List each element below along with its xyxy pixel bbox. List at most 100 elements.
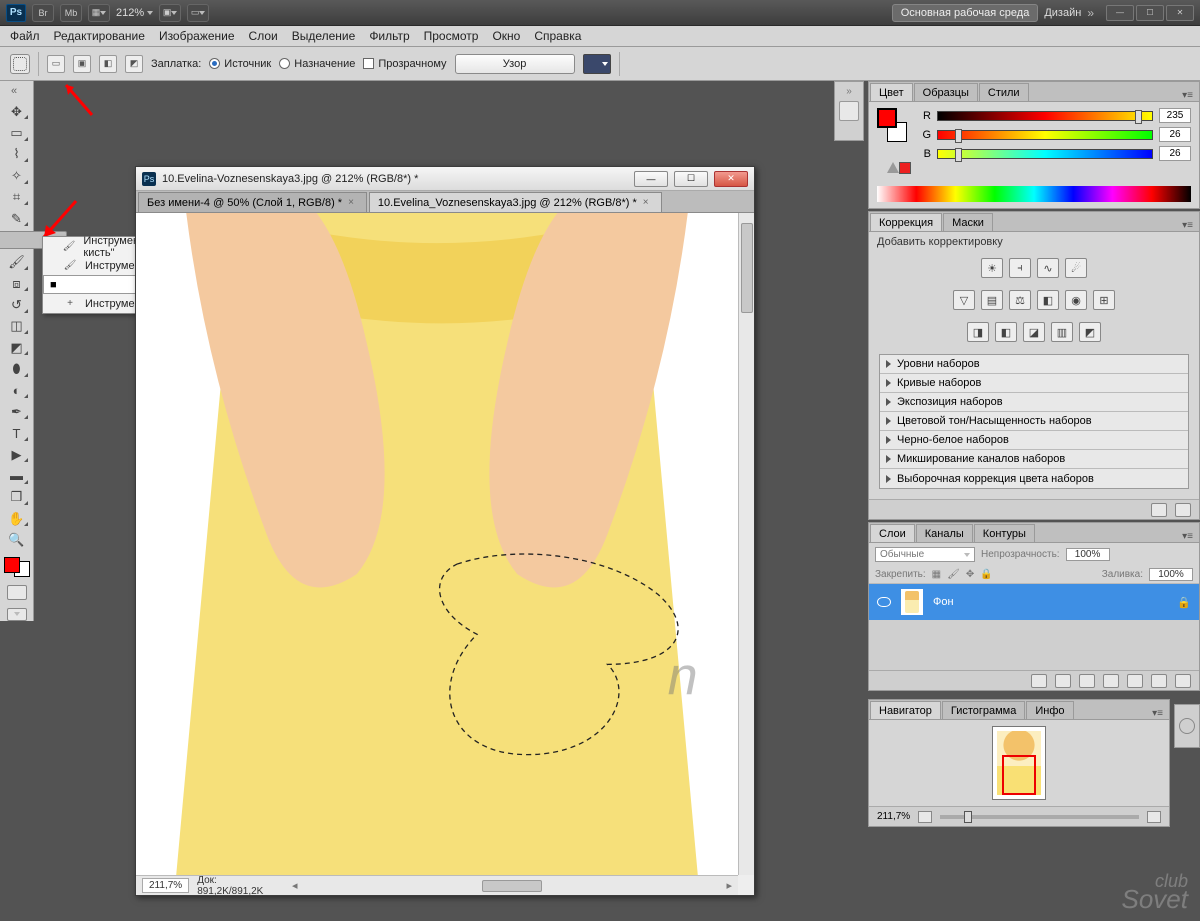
opacity-value[interactable]: 100% — [1066, 548, 1110, 561]
menu-view[interactable]: Просмотр — [424, 29, 479, 43]
tab-styles[interactable]: Стили — [979, 83, 1029, 101]
patch-source-radio[interactable]: Источник — [209, 58, 271, 70]
color-chips[interactable] — [4, 557, 30, 578]
preset-row[interactable]: Цветовой тон/Насыщенность наборов — [880, 412, 1188, 431]
color-fg-bg-chips[interactable] — [877, 108, 907, 142]
move-tool[interactable]: ✥ — [5, 103, 29, 120]
document-tab-2[interactable]: 10.Evelina_Voznesenskaya3.jpg @ 212% (RG… — [369, 192, 662, 212]
adj-trash-icon[interactable] — [1175, 503, 1191, 517]
panel-menu-icon[interactable]: ▾≡ — [1182, 220, 1193, 231]
link-layers-icon[interactable] — [1031, 674, 1047, 688]
panel-menu-icon[interactable]: ▾≡ — [1152, 708, 1163, 719]
compass-icon[interactable] — [1179, 718, 1195, 734]
vertical-scrollbar[interactable] — [738, 213, 754, 875]
lasso-tool[interactable]: ⌇ — [5, 146, 29, 163]
preset-row[interactable]: Кривые наборов — [880, 374, 1188, 393]
g-value[interactable]: 26 — [1159, 127, 1191, 142]
tab-adjustments[interactable]: Коррекция — [870, 213, 942, 231]
wand-tool[interactable]: ✧ — [5, 167, 29, 184]
app-close-button[interactable]: ✕ — [1166, 5, 1194, 21]
panel-menu-icon[interactable]: ▾≡ — [1182, 90, 1193, 101]
blur-tool[interactable]: ⬮ — [5, 360, 29, 377]
adj-brightness-icon[interactable]: ☀ — [981, 258, 1003, 278]
menu-help[interactable]: Справка — [534, 29, 581, 43]
workspace-more-icon[interactable]: » — [1087, 6, 1094, 20]
adj-selective-color-icon[interactable]: ◩ — [1079, 322, 1101, 342]
eraser-tool[interactable]: ◫ — [5, 318, 29, 335]
r-value[interactable]: 235 — [1159, 108, 1191, 123]
navigator-view-frame[interactable] — [1002, 755, 1036, 795]
gamut-swatch[interactable] — [899, 162, 911, 174]
pen-tool[interactable]: ✒ — [5, 403, 29, 420]
intersect-selection-icon[interactable]: ◩ — [125, 55, 143, 73]
app-minimize-button[interactable]: — — [1106, 5, 1134, 21]
adj-threshold-icon[interactable]: ◪ — [1023, 322, 1045, 342]
document-tab-1[interactable]: Без имени-4 @ 50% (Слой 1, RGB/8) *× — [138, 192, 367, 212]
adj-footer-icon-1[interactable] — [1151, 503, 1167, 517]
history-brush-tool[interactable]: ↺ — [5, 296, 29, 313]
horizontal-scrollbar[interactable]: ◂▸ — [286, 875, 738, 895]
visibility-eye-icon[interactable] — [877, 597, 891, 607]
menu-window[interactable]: Окно — [492, 29, 520, 43]
tab-color[interactable]: Цвет — [870, 83, 913, 101]
navigator-zoom-out-icon[interactable] — [918, 811, 932, 823]
layer-mask-icon[interactable] — [1079, 674, 1095, 688]
tab-navigator[interactable]: Навигатор — [870, 701, 941, 719]
lock-move-icon[interactable]: ✥ — [966, 569, 974, 580]
lock-brush-icon[interactable]: 🖌 — [947, 569, 960, 580]
brush-tool[interactable]: 🖌 — [5, 253, 29, 270]
lock-all-icon[interactable]: 🔒 — [980, 569, 992, 580]
crop-tool[interactable]: ⌗ — [5, 189, 29, 206]
adj-posterize-icon[interactable]: ◧ — [995, 322, 1017, 342]
adj-invert-icon[interactable]: ◨ — [967, 322, 989, 342]
adj-hue-icon[interactable]: ▤ — [981, 290, 1003, 310]
doc-minimize-button[interactable]: — — [634, 171, 668, 187]
delete-layer-icon[interactable] — [1175, 674, 1191, 688]
new-layer-icon[interactable] — [1151, 674, 1167, 688]
close-tab-icon[interactable]: × — [643, 197, 649, 208]
tab-channels[interactable]: Каналы — [916, 524, 973, 542]
workspace-design-link[interactable]: Дизайн — [1044, 7, 1081, 19]
status-zoom[interactable]: 211,7% — [142, 878, 189, 893]
tab-info[interactable]: Инфо — [1026, 701, 1073, 719]
document-titlebar[interactable]: Ps 10.Evelina-Voznesenskaya3.jpg @ 212% … — [136, 167, 754, 191]
navigator-thumbnail[interactable] — [992, 726, 1046, 800]
adj-levels-icon[interactable]: ⫞ — [1009, 258, 1031, 278]
menu-file[interactable]: Файл — [10, 29, 40, 43]
adj-vibrance-icon[interactable]: ▽ — [953, 290, 975, 310]
add-selection-icon[interactable]: ▣ — [73, 55, 91, 73]
use-pattern-button[interactable]: Узор — [455, 54, 575, 74]
canvas-viewport[interactable]: n — [136, 213, 738, 875]
minibridge-button[interactable]: Mb — [60, 4, 82, 22]
stamp-tool[interactable]: ⧈ — [5, 275, 29, 292]
workspace-primary-button[interactable]: Основная рабочая среда — [892, 4, 1039, 22]
b-slider[interactable] — [937, 149, 1153, 159]
adj-gradient-map-icon[interactable]: ▥ — [1051, 322, 1073, 342]
bridge-button[interactable]: Br — [32, 4, 54, 22]
menu-layer[interactable]: Слои — [249, 29, 278, 43]
preset-row[interactable]: Микширование каналов наборов — [880, 450, 1188, 469]
panel-menu-icon[interactable]: ▾≡ — [1182, 531, 1193, 542]
r-slider[interactable] — [937, 111, 1153, 121]
g-slider[interactable] — [937, 130, 1153, 140]
tab-masks[interactable]: Маски — [943, 213, 993, 231]
new-selection-icon[interactable]: ▭ — [47, 55, 65, 73]
blend-mode-select[interactable]: Обычные — [875, 547, 975, 562]
lock-pixels-icon[interactable]: ▦ — [932, 569, 941, 580]
adjustment-layer-icon[interactable] — [1103, 674, 1119, 688]
navigator-zoom-slider[interactable] — [940, 815, 1139, 819]
navigator-zoom-in-icon[interactable] — [1147, 811, 1161, 823]
menu-image[interactable]: Изображение — [159, 29, 235, 43]
zoom-tool[interactable]: 🔍 — [5, 531, 29, 548]
marquee-tool[interactable]: ▭ — [5, 124, 29, 141]
dodge-tool[interactable]: ◐ — [5, 382, 29, 399]
close-tab-icon[interactable]: × — [348, 197, 354, 208]
shape-tool[interactable]: ▬ — [5, 467, 29, 484]
eyedropper-tool[interactable]: ✎ — [5, 210, 29, 227]
screen-mode-toggle[interactable] — [7, 608, 27, 621]
adj-channel-mixer-icon[interactable]: ⊞ — [1093, 290, 1115, 310]
collapsed-nav-dock[interactable] — [1174, 704, 1200, 748]
gradient-tool[interactable]: ◩ — [5, 339, 29, 356]
tab-swatches[interactable]: Образцы — [914, 83, 978, 101]
view-extras-button[interactable]: ▦ — [88, 4, 110, 22]
